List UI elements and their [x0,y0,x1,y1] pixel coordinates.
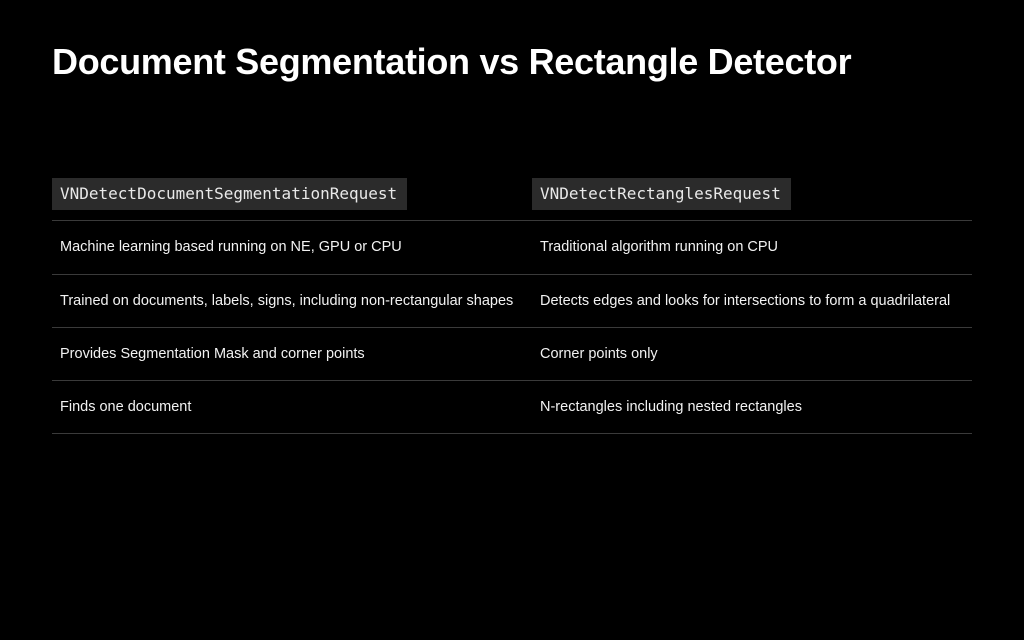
table-cell-right: Detects edges and looks for intersection… [532,275,972,327]
table-row: Provides Segmentation Mask and corner po… [52,328,972,381]
page-title: Document Segmentation vs Rectangle Detec… [52,42,972,82]
table-cell-left: Trained on documents, labels, signs, inc… [52,275,532,327]
table-cell-right: N-rectangles including nested rectangles [532,381,972,433]
slide: Document Segmentation vs Rectangle Detec… [0,0,1024,434]
table-cell-right: Corner points only [532,328,972,380]
table-cell-left: Provides Segmentation Mask and corner po… [52,328,532,380]
code-chip-right: VNDetectRectanglesRequest [532,178,791,211]
table-cell-right: Traditional algorithm running on CPU [532,221,972,273]
table-row: Trained on documents, labels, signs, inc… [52,275,972,328]
table-row: Machine learning based running on NE, GP… [52,221,972,274]
table-header-left: VNDetectDocumentSegmentationRequest [52,178,532,211]
table-cell-left: Finds one document [52,381,532,433]
comparison-table: VNDetectDocumentSegmentationRequest VNDe… [52,178,972,434]
table-header-row: VNDetectDocumentSegmentationRequest VNDe… [52,178,972,222]
table-row: Finds one document N-rectangles includin… [52,381,972,434]
table-cell-left: Machine learning based running on NE, GP… [52,221,532,273]
table-header-right: VNDetectRectanglesRequest [532,178,972,211]
code-chip-left: VNDetectDocumentSegmentationRequest [52,178,407,211]
